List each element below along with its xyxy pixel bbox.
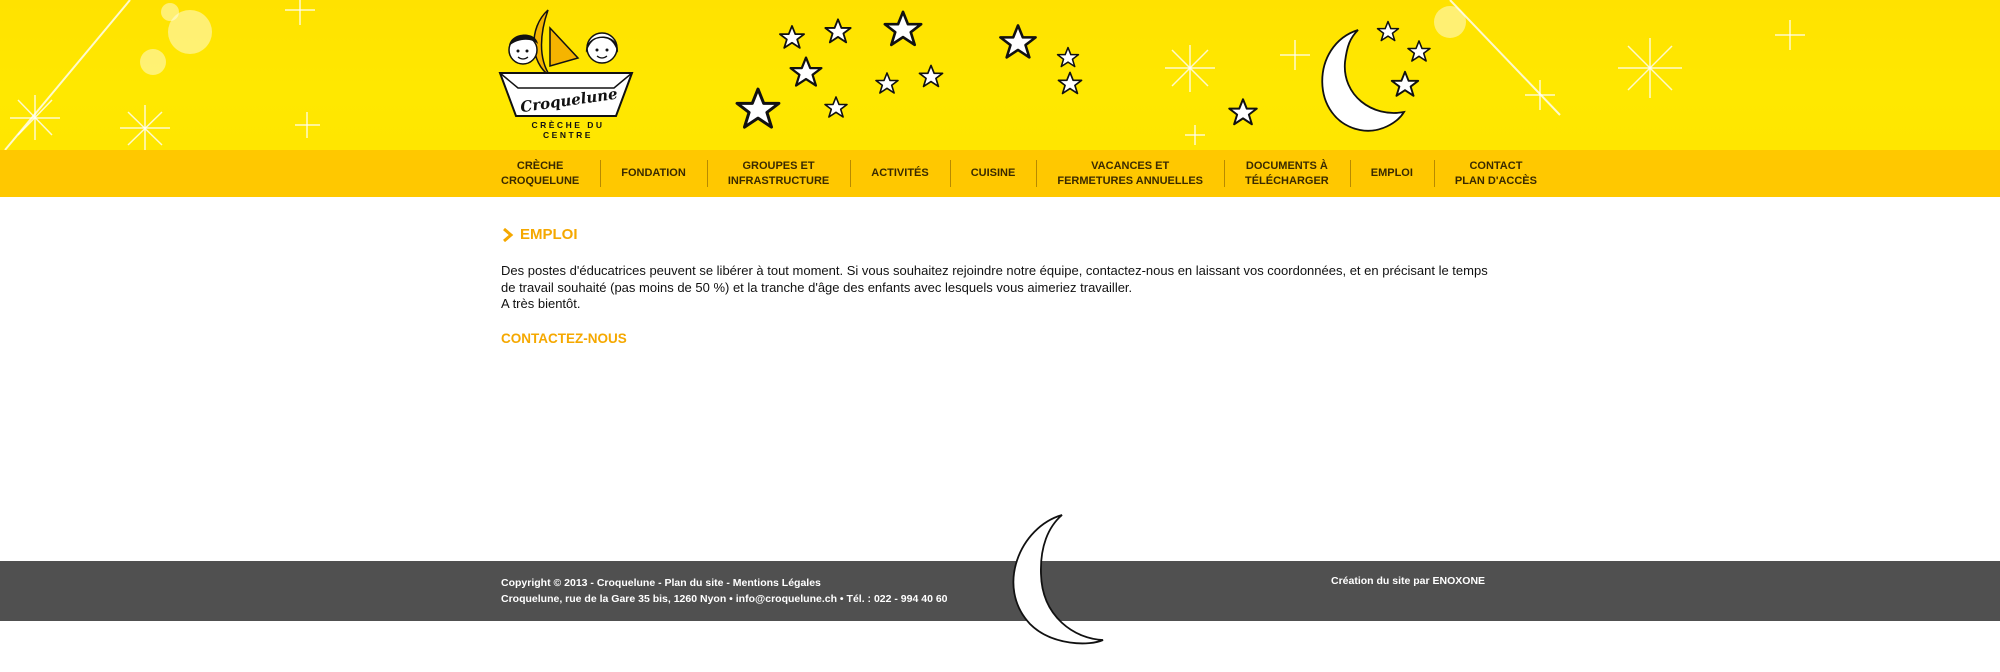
croquelune-logo[interactable] bbox=[498, 8, 634, 134]
contact-us-link[interactable]: CONTACTEZ-NOUS bbox=[501, 331, 627, 346]
job-paragraph: Des postes d'éducatrices peuvent se libé… bbox=[501, 263, 1488, 295]
legal-link[interactable]: Mentions Légales bbox=[733, 577, 821, 589]
nav-item-groupes[interactable]: GROUPES ET INFRASTRUCTURE bbox=[706, 150, 850, 197]
nav-item-cuisine[interactable]: CUISINE bbox=[949, 150, 1037, 197]
main-content: EMPLOI Des postes d'éducatrices peuvent … bbox=[501, 226, 1501, 348]
footer-credit: Création du site par ENOXONE bbox=[1331, 575, 1485, 587]
header-banner: Croquelune CRÈCHE DU CENTRE bbox=[0, 0, 2000, 150]
nav-item-creche[interactable]: CRÈCHE CROQUELUNE bbox=[480, 150, 600, 197]
chevron-right-icon bbox=[503, 227, 514, 242]
email-link[interactable]: info@croquelune.ch bbox=[736, 593, 837, 605]
nav-item-activites[interactable]: ACTIVITÉS bbox=[850, 150, 949, 197]
footer-moon-icon bbox=[1012, 514, 1104, 645]
credit-prefix: Création du site par bbox=[1331, 575, 1433, 587]
main-navigation: CRÈCHE CROQUELUNE FONDATION GROUPES ET I… bbox=[0, 150, 2000, 197]
footer-separator: - bbox=[723, 577, 733, 589]
footer-line-1: Copyright © 2013 - Croquelune - Plan du … bbox=[501, 575, 948, 591]
night-sky-decoration bbox=[4, 0, 1805, 150]
address-text: Croquelune, rue de la Gare 35 bis, 1260 … bbox=[501, 593, 736, 605]
agency-link[interactable]: ENOXONE bbox=[1433, 575, 1486, 587]
page-title: EMPLOI bbox=[520, 226, 578, 243]
page-title-row: EMPLOI bbox=[501, 226, 1501, 243]
nav-item-emploi[interactable]: EMPLOI bbox=[1349, 150, 1434, 197]
closing-line: A très bientôt. bbox=[501, 296, 581, 311]
footer-info: Copyright © 2013 - Croquelune - Plan du … bbox=[501, 575, 948, 607]
phone-text: • Tél. : 022 - 994 40 60 bbox=[837, 593, 948, 605]
footer-line-2: Croquelune, rue de la Gare 35 bis, 1260 … bbox=[501, 591, 948, 607]
nav-item-documents[interactable]: DOCUMENTS À TÉLÉCHARGER bbox=[1224, 150, 1350, 197]
copyright-text: Copyright © 2013 - Croquelune - bbox=[501, 577, 665, 589]
job-description: Des postes d'éducatrices peuvent se libé… bbox=[501, 263, 1501, 313]
sitemap-link[interactable]: Plan du site bbox=[665, 577, 724, 589]
logo-tagline: CRÈCHE DU CENTRE bbox=[531, 120, 605, 140]
nav-item-vacances[interactable]: VACANCES ET FERMETURES ANNUELLES bbox=[1036, 150, 1224, 197]
nav-item-fondation[interactable]: FONDATION bbox=[600, 150, 707, 197]
nav-item-contact[interactable]: CONTACT PLAN D'ACCÈS bbox=[1433, 150, 1558, 197]
